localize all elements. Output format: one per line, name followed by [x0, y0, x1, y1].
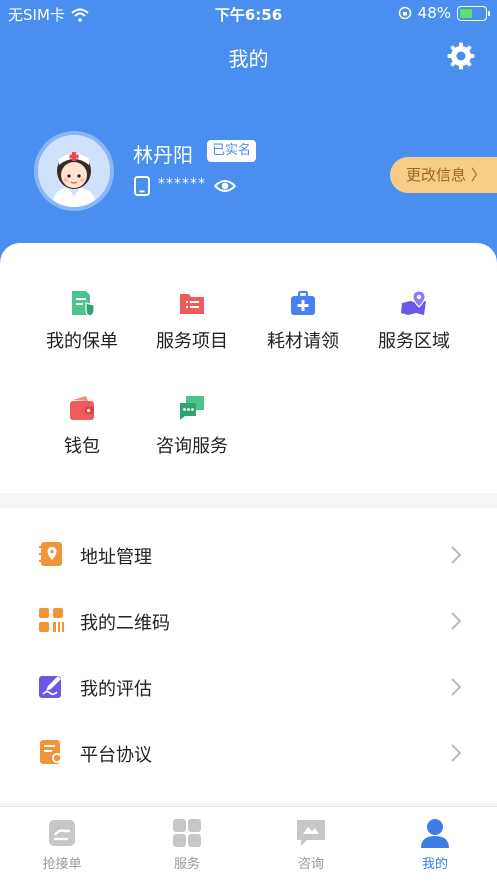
policy-icon — [72, 291, 95, 317]
page-title: 我的 — [228, 47, 269, 71]
chevron-right-icon — [451, 612, 462, 630]
grab-order-icon — [49, 820, 75, 846]
map-area-icon — [401, 290, 426, 315]
service-items-icon — [180, 294, 204, 314]
tab-mine[interactable]: 我的 — [390, 817, 480, 872]
phone-icon — [134, 176, 150, 196]
grid-item-consult[interactable]: 咨询服务 — [137, 394, 247, 458]
grid-label: 咨询服务 — [156, 436, 228, 457]
list-item-agreement[interactable]: 平台协议 — [0, 719, 497, 785]
list-label: 平台协议 — [80, 745, 152, 766]
list-label: 我的二维码 — [80, 613, 170, 634]
chevron-right-icon — [451, 678, 462, 696]
wallet-icon — [70, 396, 94, 420]
evaluation-icon — [39, 676, 61, 698]
grid-item-service-area[interactable]: 服务区域 — [359, 289, 469, 353]
tab-label: 我的 — [421, 857, 448, 872]
chat-icon — [297, 820, 325, 846]
grid-item-policy[interactable]: 我的保单 — [27, 289, 137, 353]
chevron-right-icon — [451, 546, 462, 564]
list-label: 我的评估 — [80, 679, 152, 700]
services-grid-icon — [173, 819, 201, 847]
tab-label: 服务 — [173, 857, 200, 872]
masked-phone: ****** — [158, 176, 206, 192]
grid-label: 我的保单 — [46, 331, 118, 352]
gear-icon[interactable] — [446, 41, 476, 71]
battery-percent: 48% — [417, 4, 451, 22]
tab-grab-order[interactable]: 抢接单 — [17, 817, 107, 872]
qr-code-icon — [39, 608, 64, 632]
verified-badge: 已实名 — [207, 140, 257, 162]
profile-header: 无SIM卡 下午6:56 48% 我的 林丹阳 已实名 ****** 更改信息 … — [0, 0, 497, 270]
list-item-address[interactable]: 地址管理 — [0, 521, 497, 587]
eye-icon[interactable] — [214, 178, 236, 194]
orientation-lock-icon — [398, 6, 411, 20]
tab-services[interactable]: 服务 — [142, 817, 232, 872]
grid-item-wallet[interactable]: 钱包 — [27, 394, 137, 458]
grid-label: 服务项目 — [156, 331, 228, 352]
avatar[interactable] — [34, 131, 114, 211]
grid-item-service-items[interactable]: 服务项目 — [137, 289, 247, 353]
tab-label: 抢接单 — [42, 857, 82, 872]
address-book-icon — [39, 542, 62, 566]
list-item-qr-code[interactable]: 我的二维码 — [0, 587, 497, 653]
person-icon — [421, 819, 449, 848]
tab-label: 咨询 — [297, 857, 324, 872]
user-name: 林丹阳 — [133, 143, 193, 167]
list-label: 地址管理 — [80, 547, 152, 568]
agreement-icon — [40, 740, 62, 764]
tab-consult[interactable]: 咨询 — [266, 817, 356, 872]
edit-info-button[interactable]: 更改信息 〉 — [390, 157, 497, 193]
nurse-avatar-icon — [38, 135, 110, 207]
grid-label: 服务区域 — [378, 331, 450, 352]
status-bar: 无SIM卡 下午6:56 48% — [0, 0, 497, 28]
grid-item-supplies[interactable]: 耗材请领 — [248, 289, 358, 353]
chevron-right-icon — [451, 744, 462, 762]
medical-kit-icon — [291, 290, 315, 315]
bottom-tab-bar: 抢接单 服务 咨询 我的 — [0, 806, 497, 883]
battery-icon — [457, 5, 490, 21]
list-item-evaluation[interactable]: 我的评估 — [0, 653, 497, 719]
grid-label: 钱包 — [64, 436, 100, 457]
consult-icon — [180, 396, 204, 420]
feature-grid: 我的保单 服务项目 耗材请领 服务区域 钱包 咨询服务 — [0, 243, 497, 493]
settings-list: 地址管理 我的二维码 我的评估 平台协议 — [0, 508, 497, 803]
grid-label: 耗材请领 — [267, 331, 339, 352]
